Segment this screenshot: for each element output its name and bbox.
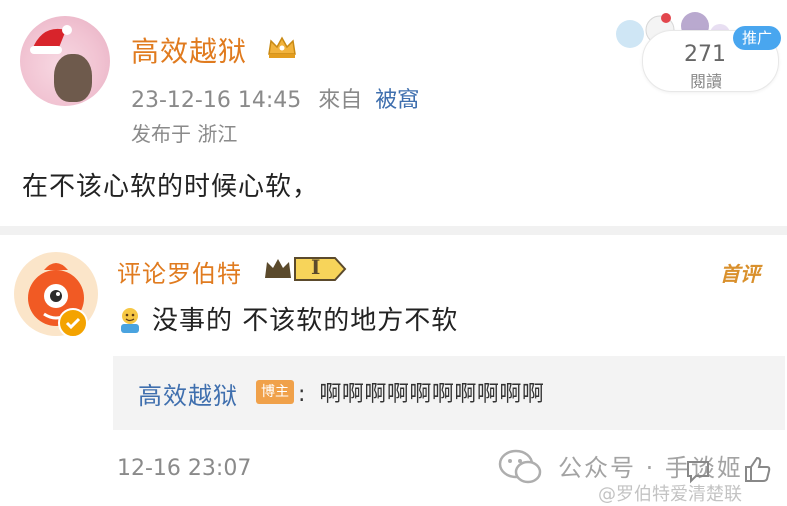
watermark-handle: @罗伯特爱清楚联 <box>598 484 742 505</box>
reply-author-name[interactable]: 高效越狱 <box>138 376 238 411</box>
comment-icon[interactable] <box>685 458 711 484</box>
first-comment-label: 首评 <box>720 262 760 286</box>
reads-label: 閱讀 <box>690 72 723 91</box>
post-timestamp: 23-12-16 14:45 <box>131 88 302 113</box>
section-divider <box>0 226 787 235</box>
post-source-link[interactable]: 被窩 <box>375 88 419 113</box>
watermark-text: 公众号 · 手谈姬 <box>558 454 743 482</box>
otter-picture <box>54 54 92 102</box>
post-location: 发布于 浙江 <box>131 122 238 146</box>
reply-separator: : <box>298 382 306 407</box>
post-meta: 23-12-16 14:45 來自 被窩 <box>131 82 419 114</box>
crown-level-icon <box>265 257 347 281</box>
vip-level-badge[interactable]: I <box>263 254 347 284</box>
comment-text: 没事的 不该软的地方不软 <box>152 306 459 336</box>
post-source-prefix: 來自 <box>318 88 363 113</box>
post-author-name[interactable]: 高效越狱 <box>131 30 247 70</box>
comment-author-name[interactable]: 评论罗伯特 <box>117 254 242 289</box>
blogger-tag: 博主 <box>256 380 294 404</box>
reply-text: : 啊啊啊啊啊啊啊啊啊啊 <box>298 376 544 408</box>
reply-body: 啊啊啊啊啊啊啊啊啊啊 <box>319 382 545 407</box>
post-text: 在不该心软的时候心软， <box>22 172 320 202</box>
comment-timestamp: 12-16 23:07 <box>117 456 252 481</box>
promo-tag[interactable]: 推广 <box>733 26 781 50</box>
santa-hat-icon <box>30 25 72 54</box>
post-author-avatar[interactable] <box>20 16 110 106</box>
reads-count: 271 <box>684 42 726 67</box>
vip-level-text: I <box>311 255 321 279</box>
smiley-emoji-icon <box>121 308 139 333</box>
thumbs-up-icon[interactable] <box>742 454 772 484</box>
crown-icon <box>268 36 296 58</box>
verified-icon <box>58 308 88 338</box>
wechat-logo-icon <box>498 449 542 484</box>
